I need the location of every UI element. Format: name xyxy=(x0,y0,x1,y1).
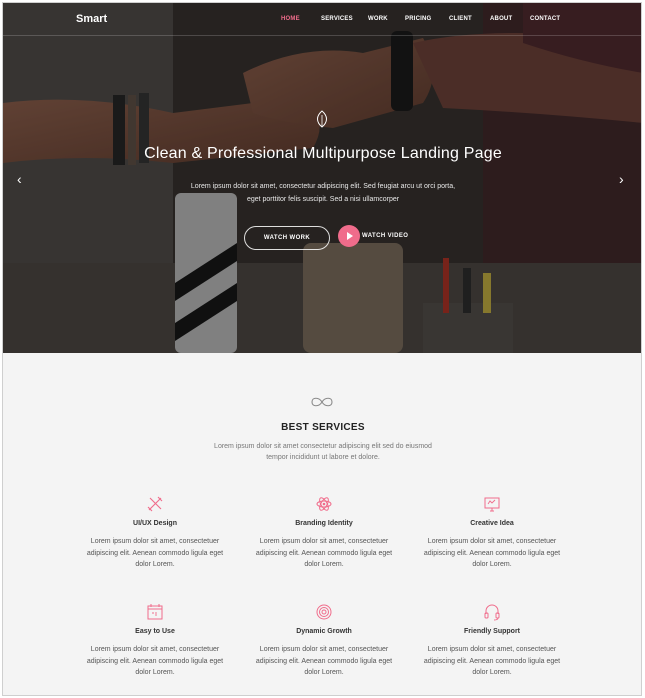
nav-services[interactable]: SERVICES xyxy=(321,16,353,22)
hero-section: Smart HOME SERVICES WORK PRICING CLIENT … xyxy=(3,3,641,353)
service-title: Branding Identity xyxy=(295,520,353,527)
services-section: BEST SERVICES Lorem ipsum dolor sit amet… xyxy=(3,353,641,695)
service-title: Creative Idea xyxy=(470,520,514,527)
headset-icon xyxy=(484,604,500,621)
nav-work[interactable]: WORK xyxy=(368,16,388,22)
service-title: Friendly Support xyxy=(464,628,520,635)
service-card-uiux: UI/UX Design Lorem ipsum dolor sit amet,… xyxy=(70,495,240,571)
infinity-icon xyxy=(311,397,333,407)
service-description: Lorem ipsum dolor sit amet, consectetuer… xyxy=(423,646,561,676)
nav-client[interactable]: CLIENT xyxy=(449,16,472,22)
chevron-right-icon[interactable]: › xyxy=(619,172,629,186)
service-description: Lorem ipsum dolor sit amet, consectetuer… xyxy=(86,538,224,568)
service-card-growth: Dynamic Growth Lorem ipsum dolor sit ame… xyxy=(239,603,409,679)
service-card-easy: Easy to Use Lorem ipsum dolor sit amet, … xyxy=(70,603,240,679)
tools-icon xyxy=(147,496,163,512)
atom-icon xyxy=(316,497,332,511)
nav-pricing[interactable]: PRICING xyxy=(405,16,431,22)
play-video-button[interactable] xyxy=(338,225,360,247)
nav-contact[interactable]: CONTACT xyxy=(530,16,560,22)
hero-subtitle-line-1: Lorem ipsum dolor sit amet, consectetur … xyxy=(190,183,456,190)
service-card-creative: Creative Idea Lorem ipsum dolor sit amet… xyxy=(407,495,577,571)
calendar-icon xyxy=(147,604,163,620)
watch-work-button[interactable]: WATCH WORK xyxy=(244,226,330,250)
service-description: Lorem ipsum dolor sit amet, consectetuer… xyxy=(86,646,224,676)
hero-subtitle-line-2: eget porttitor felis suscipit. Sed a nis… xyxy=(246,196,400,203)
nav-home[interactable]: HOME xyxy=(281,16,300,22)
service-card-support: Friendly Support Lorem ipsum dolor sit a… xyxy=(407,603,577,679)
nav-about[interactable]: ABOUT xyxy=(490,16,512,22)
service-description: Lorem ipsum dolor sit amet, consectetuer… xyxy=(255,646,393,676)
section-subtitle-line-2: tempor incididunt ut labore et dolore. xyxy=(266,454,380,461)
section-title: BEST SERVICES xyxy=(281,422,365,433)
hero-title: Clean & Professional Multipurpose Landin… xyxy=(144,145,502,162)
hero-subtitle: Lorem ipsum dolor sit amet, consectetur … xyxy=(173,180,473,206)
leaf-icon xyxy=(317,110,327,128)
service-description: Lorem ipsum dolor sit amet, consectetuer… xyxy=(255,538,393,568)
service-title: Dynamic Growth xyxy=(296,628,352,635)
service-card-branding: Branding Identity Lorem ipsum dolor sit … xyxy=(239,495,409,571)
brand-logo[interactable]: Smart xyxy=(76,13,107,25)
section-subtitle: Lorem ipsum dolor sit amet consectetur a… xyxy=(203,441,443,463)
monitor-icon xyxy=(484,497,500,512)
chevron-left-icon[interactable]: ‹ xyxy=(17,172,27,186)
section-subtitle-line-1: Lorem ipsum dolor sit amet consectetur a… xyxy=(214,443,432,450)
service-title: Easy to Use xyxy=(135,628,175,635)
hero-content: Clean & Professional Multipurpose Landin… xyxy=(3,3,641,353)
page-frame: Smart HOME SERVICES WORK PRICING CLIENT … xyxy=(2,2,642,696)
watch-video-link[interactable]: WATCH VIDEO xyxy=(362,233,408,239)
service-title: UI/UX Design xyxy=(133,520,177,527)
service-description: Lorem ipsum dolor sit amet, consectetuer… xyxy=(423,538,561,568)
target-icon xyxy=(316,604,332,620)
top-navbar: Smart HOME SERVICES WORK PRICING CLIENT … xyxy=(3,3,641,36)
